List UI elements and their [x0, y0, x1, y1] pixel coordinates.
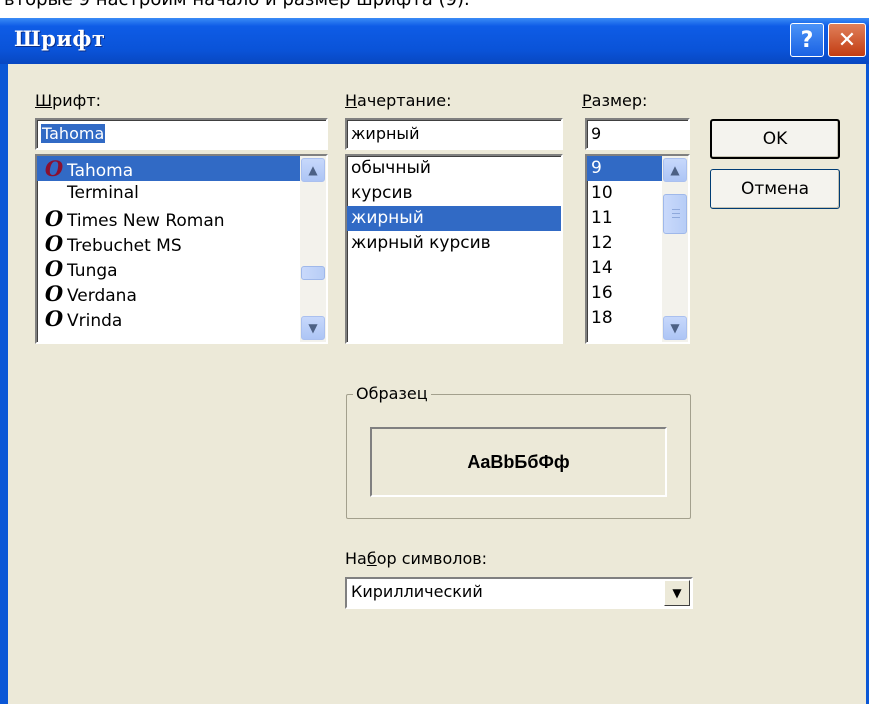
size-item-label: 14 — [591, 258, 613, 278]
size-item-label: 16 — [591, 283, 613, 303]
style-list[interactable]: обычный курсив жирный жирный курсив — [345, 154, 563, 344]
font-list-scrollbar[interactable]: ▲ ▼ — [300, 156, 326, 342]
size-input[interactable]: 9 — [585, 118, 690, 150]
help-button[interactable]: ? — [790, 23, 824, 57]
charset-select[interactable]: Кириллический ▼ — [345, 577, 693, 609]
size-item-label: 10 — [591, 183, 613, 203]
title-bar[interactable]: Шрифт ? ✕ — [0, 18, 869, 64]
size-item-label: 11 — [591, 208, 613, 228]
truetype-font-icon: O — [44, 281, 64, 306]
size-item-label: 18 — [591, 308, 613, 328]
font-item-label: Verdana — [67, 286, 137, 306]
font-list-item[interactable]: O Tahoma — [37, 156, 326, 181]
font-list-item[interactable]: Terminal — [37, 181, 326, 206]
font-list-item[interactable]: O Times New Roman — [37, 206, 326, 231]
style-item-label: обычный — [351, 158, 431, 178]
dialog-title: Шрифт — [14, 26, 106, 51]
dialog-client-area: Шрифт: Tahoma O Tahoma Terminal O Times New … — [8, 64, 866, 704]
font-item-label: Terminal — [67, 183, 139, 203]
truetype-font-icon: O — [44, 206, 64, 231]
background-caption: вторые 9 настроим начало и размер шрифта… — [0, 0, 869, 18]
style-list-item[interactable]: курсив — [347, 181, 561, 206]
scroll-up-arrow-icon[interactable]: ▲ — [663, 158, 687, 182]
font-dialog: Шрифт ? ✕ Шрифт: Tahoma O Tahoma Terminal O… — [0, 18, 869, 704]
font-list-item[interactable]: O Tunga — [37, 256, 326, 281]
dropdown-arrow-icon[interactable]: ▼ — [664, 580, 690, 606]
style-item-label: курсив — [351, 183, 413, 203]
sample-legend: Образец — [353, 384, 431, 403]
size-list[interactable]: 9 10 11 12 14 16 18 ▲ ▼ — [585, 154, 690, 344]
scroll-up-arrow-icon[interactable]: ▲ — [301, 158, 325, 182]
font-item-label: Tunga — [67, 261, 118, 281]
font-list[interactable]: O Tahoma Terminal O Times New Roman O Trebuche… — [35, 154, 328, 344]
font-list-item[interactable]: O Trebuchet MS — [37, 231, 326, 256]
truetype-font-icon: O — [44, 256, 64, 281]
font-item-label: Trebuchet MS — [67, 236, 182, 256]
charset-label: Набор символов: — [345, 549, 488, 568]
truetype-font-icon: O — [44, 156, 64, 181]
style-input[interactable]: жирный — [345, 118, 563, 150]
scroll-thumb[interactable] — [663, 194, 687, 234]
size-item-label: 12 — [591, 233, 613, 253]
font-name-input[interactable]: Tahoma — [35, 118, 328, 150]
style-item-label: жирный курсив — [351, 233, 491, 253]
sample-preview: AaBbБбФф — [370, 427, 667, 497]
charset-value: Кириллический — [351, 582, 483, 601]
font-item-label: Times New Roman — [67, 211, 225, 231]
close-button[interactable]: ✕ — [828, 23, 866, 57]
help-icon: ? — [800, 27, 814, 53]
font-item-label: Tahoma — [67, 161, 134, 181]
style-list-item[interactable]: обычный — [347, 156, 561, 181]
size-list-scrollbar[interactable]: ▲ ▼ — [662, 156, 688, 342]
font-list-item[interactable]: O Verdana — [37, 281, 326, 306]
style-label: Начертание: — [345, 91, 452, 110]
scroll-thumb[interactable] — [301, 266, 325, 280]
font-list-item[interactable]: O Vrinda — [37, 306, 326, 331]
style-list-item[interactable]: жирный — [347, 206, 561, 231]
font-item-label: Vrinda — [67, 311, 123, 331]
truetype-font-icon: O — [44, 306, 64, 331]
style-list-item[interactable]: жирный курсив — [347, 231, 561, 256]
cancel-button[interactable]: Отмена — [710, 169, 840, 209]
style-item-label: жирный — [351, 208, 424, 228]
font-label: Шрифт: — [35, 91, 102, 110]
scroll-down-arrow-icon[interactable]: ▼ — [663, 316, 687, 340]
truetype-font-icon: O — [44, 231, 64, 256]
scroll-down-arrow-icon[interactable]: ▼ — [301, 316, 325, 340]
size-item-label: 9 — [591, 158, 602, 178]
ok-button[interactable]: OK — [710, 119, 840, 159]
size-label: Размер: — [582, 91, 648, 110]
close-icon: ✕ — [837, 27, 857, 53]
